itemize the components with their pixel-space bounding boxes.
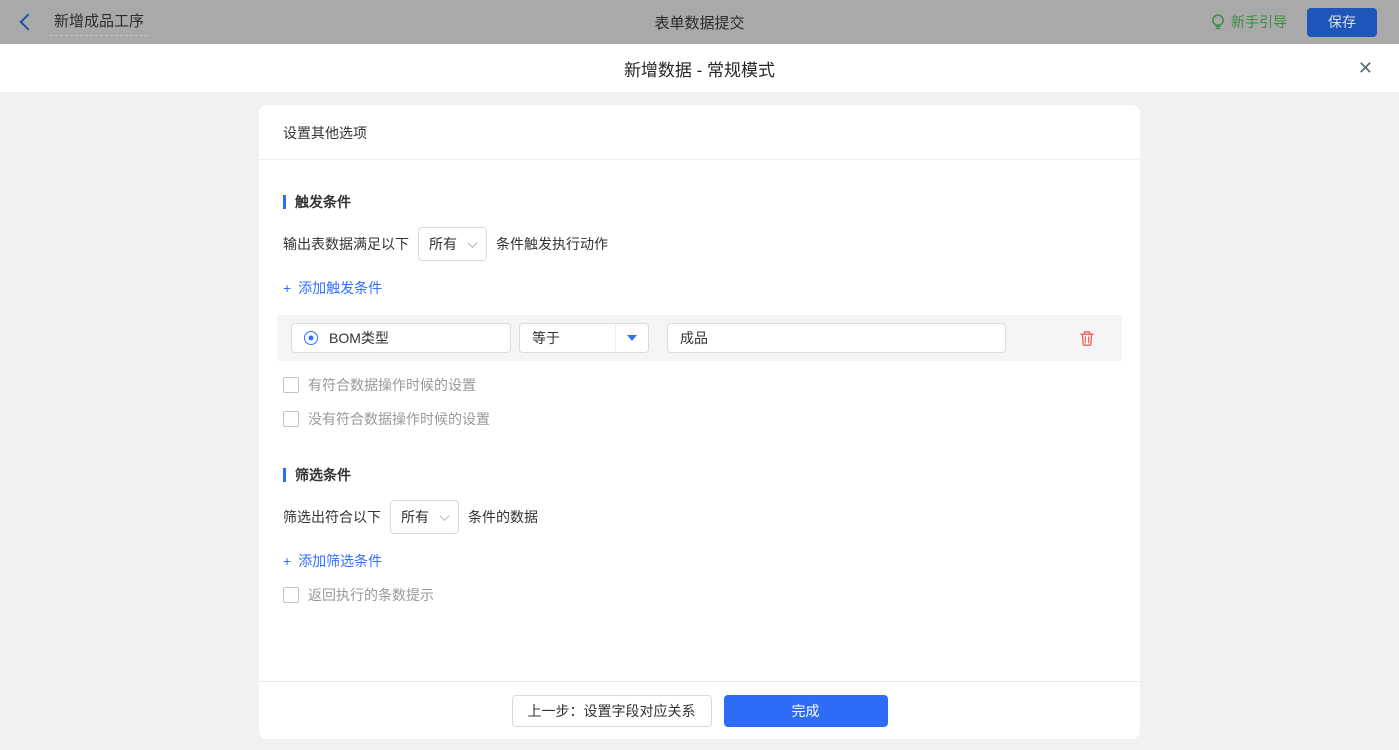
modal-body: 设置其他选项 触发条件 输出表数据满足以下 所有 条件触发执行动作 + 添加触发… — [0, 105, 1399, 750]
trigger-condition-row: BOM类型 等于 — [277, 315, 1122, 361]
add-filter-condition-link[interactable]: + 添加筛选条件 — [283, 551, 382, 571]
filter-sentence-prefix: 筛选出符合以下 — [283, 507, 381, 527]
radio-selected-icon — [304, 331, 318, 345]
filter-section-label: 筛选条件 — [295, 465, 351, 485]
add-trigger-condition-label: 添加触发条件 — [298, 278, 382, 298]
no-match-checkbox[interactable] — [283, 411, 299, 427]
count-tip-checkbox-label[interactable]: 返回执行的条数提示 — [308, 585, 434, 605]
modal-header: 新增数据 - 常规模式 ✕ — [0, 44, 1399, 93]
section-accent-bar — [283, 468, 286, 482]
no-match-checkbox-row: 没有符合数据操作时候的设置 — [283, 409, 1116, 429]
chevron-down-icon — [468, 238, 478, 248]
condition-field-select[interactable]: BOM类型 — [291, 323, 511, 353]
condition-operator-value: 等于 — [532, 328, 560, 348]
condition-field-value: BOM类型 — [329, 328, 389, 348]
has-match-checkbox-label[interactable]: 有符合数据操作时候的设置 — [308, 375, 476, 395]
trash-icon — [1079, 330, 1095, 347]
section-accent-bar — [283, 195, 286, 209]
count-tip-checkbox-row: 返回执行的条数提示 — [283, 585, 1116, 605]
back-chevron-icon — [20, 14, 37, 31]
beginner-guide-link[interactable]: 新手引导 — [1211, 12, 1287, 32]
filter-match-mode-select[interactable]: 所有 — [390, 500, 459, 534]
plus-icon: + — [283, 280, 291, 296]
condition-value-input[interactable] — [667, 323, 1006, 353]
trigger-sentence-suffix: 条件触发执行动作 — [496, 234, 608, 254]
card-footer: 上一步：设置字段对应关系 完成 — [259, 681, 1140, 739]
save-button[interactable]: 保存 — [1307, 8, 1377, 37]
operator-caret-zone — [615, 324, 648, 352]
filter-match-sentence: 筛选出符合以下 所有 条件的数据 — [283, 500, 1116, 534]
has-match-checkbox[interactable] — [283, 377, 299, 393]
options-card: 设置其他选项 触发条件 输出表数据满足以下 所有 条件触发执行动作 + 添加触发… — [259, 105, 1140, 739]
add-filter-condition-label: 添加筛选条件 — [298, 551, 382, 571]
add-trigger-condition-link[interactable]: + 添加触发条件 — [283, 278, 382, 298]
lightbulb-icon — [1211, 14, 1225, 31]
filter-match-mode-value: 所有 — [401, 507, 429, 527]
top-bar: 新增成品工序 表单数据提交 新手引导 保存 — [0, 0, 1399, 44]
trigger-match-sentence: 输出表数据满足以下 所有 条件触发执行动作 — [283, 227, 1116, 261]
card-header-title: 设置其他选项 — [259, 105, 1140, 160]
condition-operator-select[interactable]: 等于 — [519, 323, 649, 353]
trigger-section-label: 触发条件 — [295, 192, 351, 212]
beginner-guide-label: 新手引导 — [1231, 12, 1287, 32]
previous-step-button[interactable]: 上一步：设置字段对应关系 — [512, 695, 712, 727]
trigger-section-title: 触发条件 — [283, 192, 1116, 212]
plus-icon: + — [283, 553, 291, 569]
close-icon[interactable]: ✕ — [1358, 59, 1373, 77]
modal-title: 新增数据 - 常规模式 — [624, 56, 775, 81]
delete-condition-button[interactable] — [1079, 330, 1095, 347]
has-match-checkbox-row: 有符合数据操作时候的设置 — [283, 375, 1116, 395]
trigger-match-mode-value: 所有 — [429, 234, 457, 254]
count-tip-checkbox[interactable] — [283, 587, 299, 603]
page-title: 表单数据提交 — [654, 12, 744, 33]
done-button[interactable]: 完成 — [724, 695, 888, 727]
trigger-sentence-prefix: 输出表数据满足以下 — [283, 234, 409, 254]
topbar-actions: 新手引导 保存 — [1211, 8, 1377, 37]
caret-down-icon — [627, 335, 637, 341]
process-title[interactable]: 新增成品工序 — [50, 8, 148, 36]
card-body: 触发条件 输出表数据满足以下 所有 条件触发执行动作 + 添加触发条件 BOM类… — [259, 160, 1140, 681]
filter-sentence-suffix: 条件的数据 — [468, 507, 538, 527]
trigger-match-mode-select[interactable]: 所有 — [418, 227, 487, 261]
chevron-down-icon — [440, 511, 450, 521]
no-match-checkbox-label[interactable]: 没有符合数据操作时候的设置 — [308, 409, 490, 429]
filter-section-title: 筛选条件 — [283, 465, 1116, 485]
back-button[interactable]: 新增成品工序 — [22, 8, 148, 36]
